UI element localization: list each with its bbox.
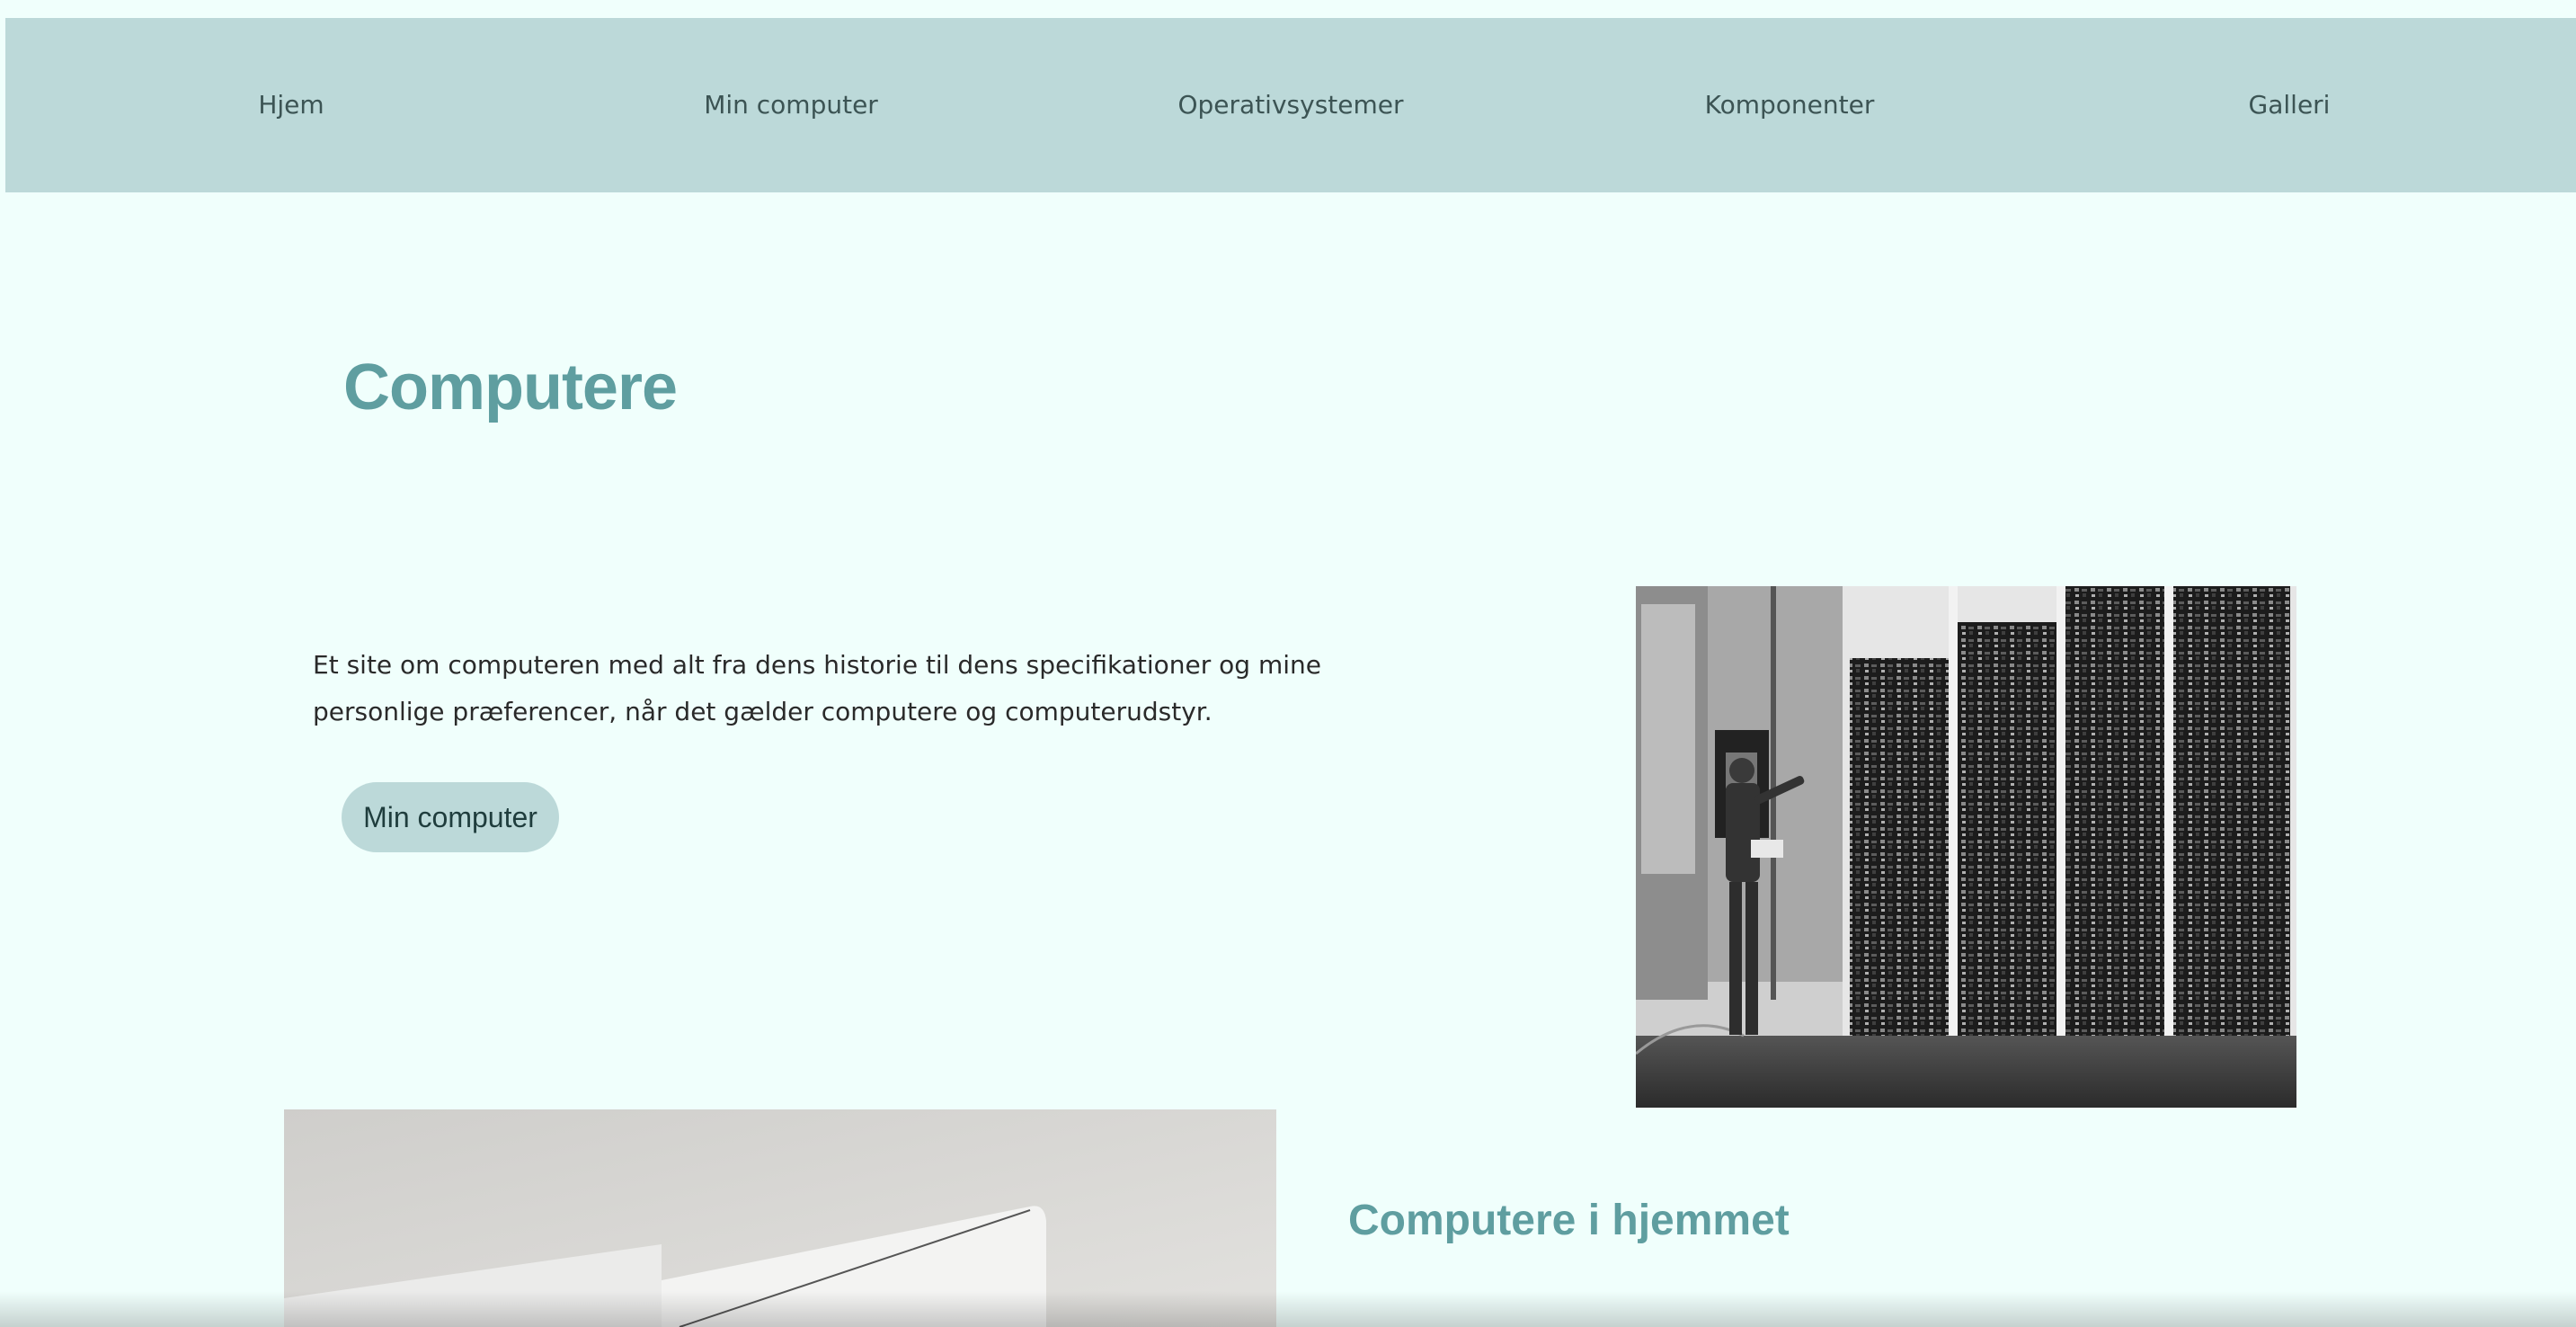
nav-item-operativsystemer[interactable]: Operativsystemer <box>1177 18 1403 192</box>
nav-item-min-computer[interactable]: Min computer <box>704 18 878 192</box>
nav-item-hjem[interactable]: Hjem <box>258 18 324 192</box>
nav-item-komponenter[interactable]: Komponenter <box>1705 18 1875 192</box>
section-heading-home-computers: Computere i hjemmet <box>1348 1197 1790 1244</box>
page-title: Computere <box>343 352 678 423</box>
intro-text: Et site om computeren med alt fra dens h… <box>313 650 1321 726</box>
nav-item-galleri[interactable]: Galleri <box>2249 18 2331 192</box>
mainframe-photo-graphic <box>1636 586 2296 1108</box>
bottom-shadow <box>0 1291 2576 1327</box>
mainframe-photo <box>1636 586 2296 1108</box>
top-navigation: Hjem Min computer Operativsystemer Kompo… <box>5 18 2576 192</box>
min-computer-button[interactable]: Min computer <box>342 782 559 852</box>
